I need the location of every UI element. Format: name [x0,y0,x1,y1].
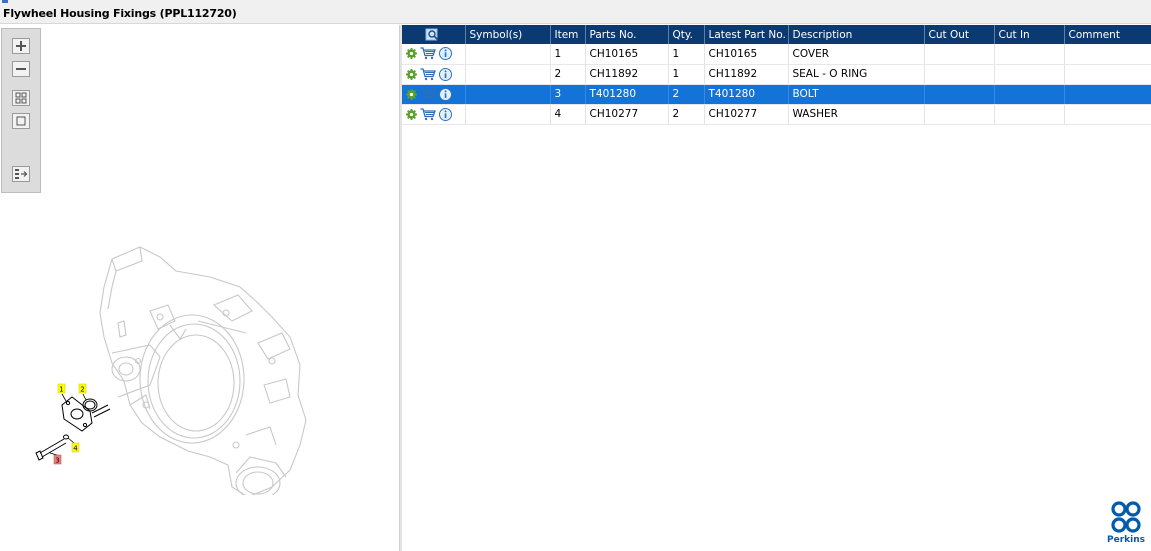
shopping-cart-icon[interactable] [420,87,436,101]
latest-part-no-cell: T401280 [704,84,789,105]
illustration-pane: 1 2 3 4 [0,25,399,551]
column-header-cut-in[interactable]: Cut In [994,25,1065,44]
row-actions-cell [402,84,466,105]
cut-in-cell [994,104,1065,125]
cut-out-cell [924,84,995,105]
svg-text:2: 2 [80,386,84,394]
qty-cell: 1 [668,64,705,85]
zoom-in-button[interactable] [12,38,30,54]
page-title: Flywheel Housing Fixings (PPL112720) [3,7,237,20]
row-actions-cell [402,64,466,85]
comment-cell [1064,104,1151,125]
qty-cell: 2 [668,104,705,125]
title-bar: Flywheel Housing Fixings (PPL112720) [0,4,1151,24]
grid-icon [15,92,27,104]
description-cell: COVER [788,44,925,65]
table-row[interactable]: 3 T401280 2 T401280 BOLT [402,84,1151,105]
cut-in-cell [994,64,1065,85]
symbols-cell [465,104,551,125]
expand-list-button[interactable] [12,166,30,182]
symbols-cell [465,64,551,85]
callout-3[interactable]: 3 [53,454,62,465]
viewer-toolbar [1,28,41,193]
gear-icon[interactable] [406,108,417,120]
callout-2[interactable]: 2 [78,383,87,394]
symbols-cell [465,84,551,105]
gear-icon[interactable] [406,68,417,80]
column-header-comment[interactable]: Comment [1064,25,1151,44]
table-row[interactable]: 2 CH11892 1 CH11892 SEAL - O RING [402,64,1151,85]
parts-no-cell: CH10277 [585,104,669,125]
column-header-symbols[interactable]: Symbol(s) [465,25,551,44]
item-cell: 4 [550,104,586,125]
column-header-description[interactable]: Description [788,25,925,44]
parts-table: Symbol(s) Item Parts No. Qty. Latest Par… [402,25,1151,125]
comment-cell [1064,44,1151,65]
info-icon[interactable] [439,47,452,61]
symbols-cell [465,44,551,65]
parts-no-cell: CH10165 [585,44,669,65]
shopping-cart-icon[interactable] [420,67,436,81]
svg-text:1: 1 [59,386,63,394]
latest-part-no-cell: CH10165 [704,44,789,65]
item-cell: 2 [550,64,586,85]
svg-text:4: 4 [73,445,78,453]
column-header-item[interactable]: Item [550,25,586,44]
info-icon[interactable] [439,87,452,101]
cut-out-cell [924,104,995,125]
latest-part-no-cell: CH11892 [704,64,789,85]
cut-in-cell [994,84,1065,105]
info-icon[interactable] [439,107,452,121]
perkins-logo: Perkins [1105,500,1147,548]
list-arrow-icon [15,169,28,179]
info-icon[interactable] [439,67,452,81]
latest-part-no-cell: CH10277 [704,104,789,125]
comment-cell [1064,64,1151,85]
app-mark [2,0,8,3]
perkins-logo-icon [1111,501,1141,533]
column-header-search[interactable] [402,25,466,44]
table-header: Symbol(s) Item Parts No. Qty. Latest Par… [402,25,1151,44]
qty-cell: 2 [668,84,705,105]
parts-no-cell: CH11892 [585,64,669,85]
minus-icon [16,68,26,70]
plus-icon [16,41,26,51]
column-header-qty[interactable]: Qty. [668,25,705,44]
gear-icon[interactable] [406,48,417,60]
item-cell: 3 [550,84,586,105]
callout-4[interactable]: 4 [71,442,80,453]
description-cell: WASHER [788,104,925,125]
shopping-cart-icon[interactable] [420,47,436,60]
exploded-view-drawing[interactable]: 1 2 3 4 [0,205,399,495]
cut-out-cell [924,64,995,85]
svg-text:3: 3 [55,457,59,465]
shopping-cart-icon[interactable] [420,107,436,121]
table-row[interactable]: 4 CH10277 2 CH10277 WASHER [402,104,1151,125]
row-actions-cell [402,44,466,65]
parts-list-pane: Symbol(s) Item Parts No. Qty. Latest Par… [402,25,1151,551]
column-header-latest-part-no[interactable]: Latest Part No. [704,25,789,44]
perkins-logo-text: Perkins [1107,535,1145,545]
column-header-cut-out[interactable]: Cut Out [924,25,995,44]
cut-in-cell [994,44,1065,65]
fit-all-button[interactable] [12,90,30,106]
search-icon [425,28,439,41]
comment-cell [1064,84,1151,105]
gear-icon[interactable] [406,88,417,100]
qty-cell: 1 [668,44,705,65]
item-cell: 1 [550,44,586,65]
column-header-parts-no[interactable]: Parts No. [585,25,669,44]
description-cell: BOLT [788,84,925,105]
zoom-out-button[interactable] [12,61,30,77]
cut-out-cell [924,44,995,65]
square-icon [16,116,26,126]
fit-window-button[interactable] [12,113,30,129]
parts-no-cell: T401280 [585,84,669,105]
description-cell: SEAL - O RING [788,64,925,85]
table-row[interactable]: 1 CH10165 1 CH10165 COVER [402,44,1151,65]
callout-1[interactable]: 1 [57,383,66,394]
row-actions-cell [402,104,466,125]
